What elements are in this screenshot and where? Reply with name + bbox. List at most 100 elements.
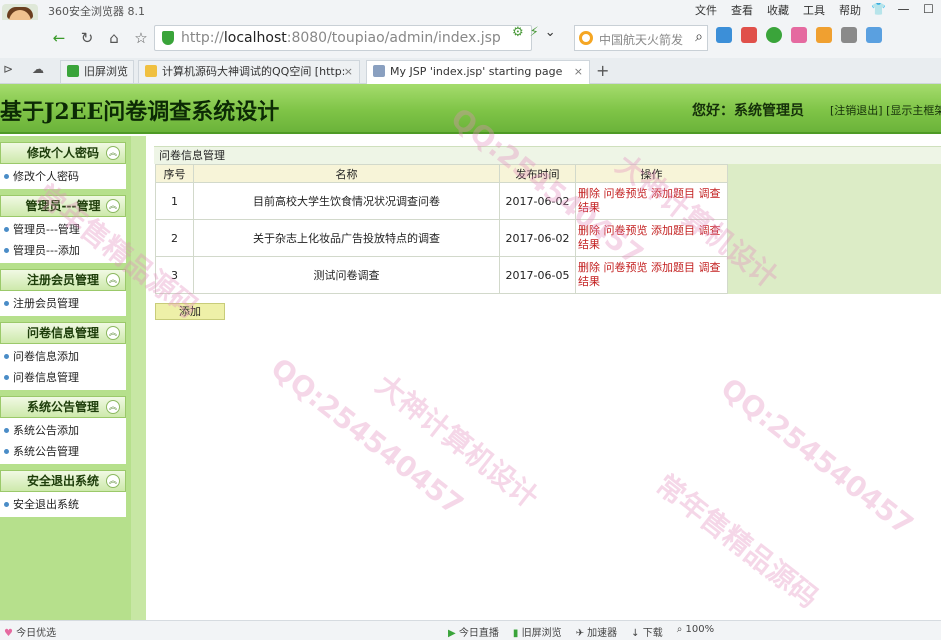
panel-side-fill: [728, 164, 941, 294]
collapse-icon[interactable]: ︽: [106, 400, 120, 414]
bullet-icon: [4, 248, 9, 253]
search-engine-icon[interactable]: [579, 31, 593, 45]
play-icon: ▶: [448, 628, 456, 639]
skin-icon[interactable]: 👕: [866, 0, 891, 18]
menu-favorites[interactable]: 收藏: [767, 2, 789, 18]
split-view-icon: [67, 65, 79, 77]
sidebar-section-header[interactable]: 注册会员管理 ︽: [0, 269, 126, 291]
apps-icon[interactable]: [716, 27, 732, 43]
bullet-icon: [4, 375, 9, 380]
questionnaire-table: 序号 名称 发布时间 操作 1 目前高校大学生饮食情况状况调查问卷 2017-0…: [155, 164, 728, 294]
close-icon[interactable]: ×: [574, 61, 583, 83]
sidebar-toggle-icon[interactable]: ⊳: [3, 62, 13, 76]
header-links: [注销退出] [显示主框架]: [830, 102, 941, 118]
collapse-icon[interactable]: ︽: [106, 326, 120, 340]
security-icon[interactable]: [766, 27, 782, 43]
row-actions[interactable]: 删除 问卷预览 添加题目 调查结果: [575, 256, 728, 294]
sidebar-divider: [131, 136, 146, 620]
tab-bar: ⊳ ☁ 旧屏浏览 计算机源码大神调试的QQ空间 [http: × My JSP …: [0, 58, 941, 84]
collapse-icon[interactable]: ︽: [106, 273, 120, 287]
address-actions: ⚙ ⚡ ⌄: [512, 25, 556, 40]
menu-tools[interactable]: 工具: [803, 2, 825, 18]
address-bar[interactable]: http://localhost:8080/toupiao/admin/inde…: [154, 25, 532, 51]
home-icon[interactable]: ⌂: [103, 27, 125, 49]
zoom-level[interactable]: ⌕ 100%: [677, 624, 714, 639]
greeting: 您好：系统管理员: [692, 103, 804, 119]
tab-split-view[interactable]: 旧屏浏览: [60, 60, 134, 83]
sidebar-item-safe-exit[interactable]: 安全退出系统: [0, 494, 126, 515]
split-view-button[interactable]: ▮ 旧屏浏览: [513, 624, 562, 639]
search-box[interactable]: 中国航天火箭发 ⌕: [574, 25, 708, 51]
sidebar-item-questionnaire-add[interactable]: 问卷信息添加: [0, 346, 126, 367]
user-icon[interactable]: [866, 27, 882, 43]
row-number: 1: [155, 182, 194, 220]
collapse-icon[interactable]: ︽: [106, 474, 120, 488]
game-icon[interactable]: [816, 27, 832, 43]
bullet-icon: [4, 174, 9, 179]
daily-picks[interactable]: ♥ 今日优选: [4, 624, 56, 639]
row-actions[interactable]: 删除 问卷预览 添加题目 调查结果: [575, 182, 728, 220]
add-button[interactable]: 添加: [155, 303, 225, 320]
sidebar-section-exit: 安全退出系统 ︽ 安全退出系统: [0, 470, 126, 517]
collapse-icon[interactable]: ︽: [106, 146, 120, 160]
tab-qq-space[interactable]: 计算机源码大神调试的QQ空间 [http: ×: [138, 60, 360, 83]
sidebar-item-notice-add[interactable]: 系统公告添加: [0, 420, 126, 441]
screenshot-icon[interactable]: [841, 27, 857, 43]
collapse-icon[interactable]: ︽: [106, 199, 120, 213]
sidebar-item-questionnaire-manage[interactable]: 问卷信息管理: [0, 367, 126, 388]
dropdown-icon[interactable]: ⌄: [545, 25, 556, 40]
column-header: 名称: [193, 164, 500, 183]
speed-mode-icon[interactable]: ⚡: [530, 25, 539, 40]
sidebar-section-header[interactable]: 系统公告管理 ︽: [0, 396, 126, 418]
sidebar-section-header[interactable]: 安全退出系统 ︽: [0, 470, 126, 492]
sidebar-item-admin-manage[interactable]: 管理员---管理: [0, 219, 126, 240]
tab-index-jsp[interactable]: My JSP 'index.jsp' starting page ×: [366, 60, 590, 84]
compat-mode-icon[interactable]: ⚙: [512, 25, 524, 40]
zoom-icon: ⌕: [676, 624, 683, 635]
bullet-icon: [4, 301, 9, 306]
table-row: 3 测试问卷调查 2017-06-05 删除 问卷预览 添加题目 调查结果: [155, 256, 728, 294]
download-button[interactable]: ↓ 下载: [631, 624, 663, 639]
cloud-icon[interactable]: ☁: [32, 62, 44, 76]
maximize-icon[interactable]: ☐: [916, 0, 941, 18]
live-button[interactable]: ▶ 今日直播: [448, 624, 499, 639]
close-icon[interactable]: ×: [344, 61, 353, 83]
search-icon[interactable]: ⌕: [695, 29, 703, 45]
sidebar-section-header[interactable]: 管理员---管理 ︽: [0, 195, 126, 217]
questionnaire-name: 目前高校大学生饮食情况状况调查问卷: [193, 182, 500, 220]
translate-icon[interactable]: [791, 27, 807, 43]
menu-file[interactable]: 文件: [695, 2, 717, 18]
table-header-row: 序号 名称 发布时间 操作: [155, 164, 728, 183]
row-number: 3: [155, 256, 194, 294]
url-text[interactable]: http://localhost:8080/toupiao/admin/inde…: [181, 30, 501, 46]
star-icon[interactable]: ☆: [130, 27, 152, 49]
site-title: 基于J2EE问卷调查系统设计: [0, 99, 280, 125]
sidebar-section-header[interactable]: 修改个人密码 ︽: [0, 142, 126, 164]
page-icon: [373, 65, 385, 77]
status-actions: ▶ 今日直播 ▮ 旧屏浏览 ✈ 加速器 ↓ 下载 ⌕ 100%: [448, 624, 714, 639]
minimize-icon[interactable]: —: [891, 0, 916, 18]
back-icon[interactable]: ←: [48, 27, 70, 49]
sidebar-section-notice: 系统公告管理 ︽ 系统公告添加 系统公告管理: [0, 396, 126, 464]
sidebar-item-notice-manage[interactable]: 系统公告管理: [0, 441, 126, 462]
bullet-icon: [4, 502, 9, 507]
site-header: 基于J2EE问卷调查系统设计 您好：系统管理员 [注销退出] [显示主框架]: [0, 84, 941, 134]
row-number: 2: [155, 219, 194, 257]
search-input[interactable]: 中国航天火箭发: [599, 31, 683, 48]
refresh-icon[interactable]: ↻: [76, 27, 98, 49]
publish-date: 2017-06-02: [499, 182, 576, 220]
sidebar-item-change-password[interactable]: 修改个人密码: [0, 166, 126, 187]
show-frame-link[interactable]: [显示主框架]: [886, 104, 941, 117]
app-title: 360安全浏览器 8.1: [48, 5, 145, 18]
mail-icon[interactable]: [741, 27, 757, 43]
questionnaire-name: 测试问卷调查: [193, 256, 500, 294]
sidebar-item-admin-add[interactable]: 管理员---添加: [0, 240, 126, 261]
sidebar-item-member-manage[interactable]: 注册会员管理: [0, 293, 126, 314]
accelerator-button[interactable]: ✈ 加速器: [576, 624, 618, 639]
new-tab-icon[interactable]: +: [596, 61, 609, 80]
sidebar-section-header[interactable]: 问卷信息管理 ︽: [0, 322, 126, 344]
row-actions[interactable]: 删除 问卷预览 添加题目 调查结果: [575, 219, 728, 257]
menu-view[interactable]: 查看: [731, 2, 753, 18]
logout-link[interactable]: [注销退出]: [830, 104, 883, 117]
menu-help[interactable]: 帮助: [839, 2, 861, 18]
